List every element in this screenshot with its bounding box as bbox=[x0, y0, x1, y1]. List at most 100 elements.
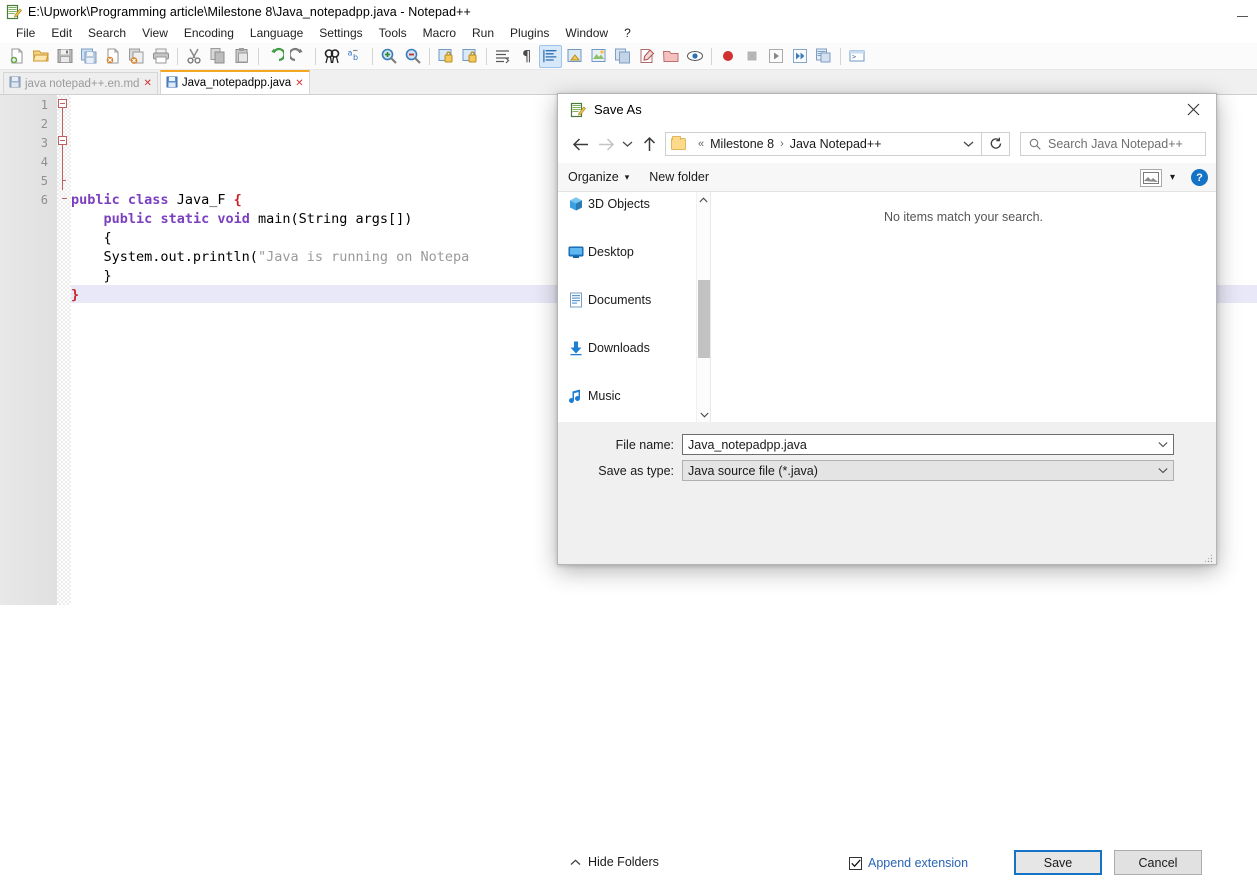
chevron-down-icon[interactable] bbox=[1158, 461, 1168, 480]
fold-margin[interactable] bbox=[57, 95, 71, 605]
close-icon[interactable] bbox=[1170, 94, 1216, 124]
run-icon[interactable]: > bbox=[845, 45, 868, 68]
save-icon[interactable] bbox=[53, 45, 76, 68]
menu-item-language[interactable]: Language bbox=[242, 24, 311, 42]
sync-horizontal-scroll-icon[interactable] bbox=[458, 45, 481, 68]
menu-item-settings[interactable]: Settings bbox=[311, 24, 370, 42]
line-number: 4 bbox=[40, 155, 48, 169]
fold-toggle-line-3[interactable] bbox=[58, 136, 67, 145]
udl-dialog-icon[interactable] bbox=[563, 45, 586, 68]
dialog-body: 3D Objects Desktop Documents Downloads M… bbox=[558, 192, 1216, 422]
window-title: E:\Upwork\Programming article\Milestone … bbox=[28, 5, 471, 19]
chevron-down-icon[interactable] bbox=[955, 133, 981, 155]
menu-item-tools[interactable]: Tools bbox=[371, 24, 415, 42]
cut-icon[interactable] bbox=[182, 45, 205, 68]
word-wrap-icon[interactable] bbox=[491, 45, 514, 68]
run-macro-multiple-icon[interactable] bbox=[788, 45, 811, 68]
new-folder-button[interactable]: New folder bbox=[639, 170, 719, 184]
scroll-up-icon[interactable] bbox=[697, 192, 710, 207]
menu-item-edit[interactable]: Edit bbox=[43, 24, 80, 42]
close-icon[interactable]: ✕ bbox=[143, 78, 151, 89]
scroll-down-icon[interactable] bbox=[697, 407, 710, 422]
command-bar: Organize ▾ New folder ▾ ? bbox=[558, 163, 1216, 192]
minimize-button[interactable] bbox=[1227, 0, 1257, 24]
scrollbar-thumb[interactable] bbox=[698, 280, 710, 358]
new-file-icon[interactable] bbox=[5, 45, 28, 68]
help-icon[interactable]: ? bbox=[1191, 169, 1208, 186]
fold-toggle-line-1[interactable] bbox=[58, 99, 67, 108]
address-bar[interactable]: « Milestone 8 › Java Notepad++ bbox=[665, 132, 982, 156]
zoom-in-icon[interactable] bbox=[377, 45, 400, 68]
menu-item-plugins[interactable]: Plugins bbox=[502, 24, 557, 42]
document-map-icon[interactable] bbox=[587, 45, 610, 68]
copy-icon[interactable] bbox=[206, 45, 229, 68]
chevron-down-icon: ▾ bbox=[624, 171, 630, 182]
save-macro-icon[interactable] bbox=[812, 45, 835, 68]
menu-item-macro[interactable]: Macro bbox=[415, 24, 464, 42]
breadcrumb-item-java-notepad[interactable]: Java Notepad++ bbox=[790, 137, 882, 151]
sidebar-scrollbar[interactable] bbox=[696, 192, 710, 422]
record-macro-icon[interactable] bbox=[716, 45, 739, 68]
up-icon[interactable] bbox=[636, 131, 662, 157]
find-icon[interactable] bbox=[320, 45, 343, 68]
redo-icon[interactable] bbox=[287, 45, 310, 68]
svg-text:>: > bbox=[852, 53, 856, 61]
undo-icon[interactable] bbox=[263, 45, 286, 68]
function-list-icon[interactable] bbox=[611, 45, 634, 68]
play-macro-icon[interactable] bbox=[764, 45, 787, 68]
chevron-down-icon[interactable] bbox=[1158, 435, 1168, 454]
show-indent-guide-icon[interactable] bbox=[539, 44, 562, 68]
sidebar-item-3d-objects[interactable]: 3D Objects bbox=[558, 192, 710, 216]
sidebar-item-downloads[interactable]: Downloads bbox=[558, 336, 710, 360]
view-layout-icon[interactable] bbox=[1139, 168, 1162, 187]
refresh-icon[interactable] bbox=[982, 132, 1010, 156]
navigation-pane: 3D Objects Desktop Documents Downloads M… bbox=[558, 192, 710, 422]
open-file-icon[interactable] bbox=[29, 45, 52, 68]
resize-grip[interactable] bbox=[1203, 552, 1213, 563]
menu-item-view[interactable]: View bbox=[134, 24, 176, 42]
file-list-pane[interactable]: No items match your search. bbox=[710, 192, 1216, 422]
tab-java-notepadpp-java[interactable]: Java_notepadpp.java ✕ bbox=[159, 70, 310, 94]
sidebar-item-documents[interactable]: Documents bbox=[558, 288, 710, 312]
close-icon[interactable]: ✕ bbox=[295, 78, 303, 89]
monitoring-icon[interactable] bbox=[659, 45, 682, 68]
menu-item-run[interactable]: Run bbox=[464, 24, 502, 42]
forward-icon[interactable] bbox=[593, 131, 619, 157]
menu-item-file[interactable]: File bbox=[8, 24, 43, 42]
show-all-characters-icon[interactable]: ¶ bbox=[515, 45, 538, 68]
paste-icon[interactable] bbox=[230, 45, 253, 68]
downloads-icon bbox=[568, 340, 584, 356]
menu-item-window[interactable]: Window bbox=[557, 24, 616, 42]
zoom-out-icon[interactable] bbox=[401, 45, 424, 68]
dialog-title: Save As bbox=[594, 102, 642, 117]
cancel-button[interactable]: Cancel bbox=[1114, 850, 1202, 875]
save-all-icon[interactable] bbox=[77, 45, 100, 68]
stop-macro-icon[interactable] bbox=[740, 45, 763, 68]
search-input[interactable]: Search Java Notepad++ bbox=[1020, 132, 1206, 156]
menu-item-search[interactable]: Search bbox=[80, 24, 134, 42]
checkbox-icon[interactable] bbox=[849, 856, 862, 870]
organize-button[interactable]: Organize ▾ bbox=[558, 170, 639, 184]
save-as-type-select[interactable]: Java source file (*.java) bbox=[682, 460, 1174, 481]
breadcrumb-item-milestone-8[interactable]: Milestone 8 bbox=[710, 137, 774, 151]
folder-as-workspace-icon[interactable] bbox=[635, 45, 658, 68]
tab-java-notepadpp-en-md[interactable]: java notepad++.en.md ✕ bbox=[3, 72, 158, 94]
sync-vertical-scroll-icon[interactable] bbox=[434, 45, 457, 68]
chevron-down-icon[interactable]: ▾ bbox=[1170, 172, 1175, 183]
sidebar-item-music[interactable]: Music bbox=[558, 384, 710, 408]
sidebar-item-desktop[interactable]: Desktop bbox=[558, 240, 710, 264]
hide-folders-label: Hide Folders bbox=[588, 855, 659, 869]
save-button[interactable]: Save bbox=[1014, 850, 1102, 875]
hide-folders-button[interactable]: Hide Folders bbox=[570, 855, 659, 869]
eye-icon[interactable] bbox=[683, 45, 706, 68]
replace-icon[interactable]: ab bbox=[344, 45, 367, 68]
file-name-input[interactable]: Java_notepadpp.java bbox=[682, 434, 1174, 455]
append-extension-checkbox[interactable]: Append extension bbox=[849, 856, 968, 870]
menu-item-encoding[interactable]: Encoding bbox=[176, 24, 242, 42]
print-icon[interactable] bbox=[149, 45, 172, 68]
back-icon[interactable] bbox=[567, 131, 593, 157]
recent-locations-icon[interactable] bbox=[619, 131, 636, 157]
close-file-icon[interactable] bbox=[101, 45, 124, 68]
close-all-icon[interactable] bbox=[125, 45, 148, 68]
menu-item-help[interactable]: ? bbox=[616, 24, 639, 42]
